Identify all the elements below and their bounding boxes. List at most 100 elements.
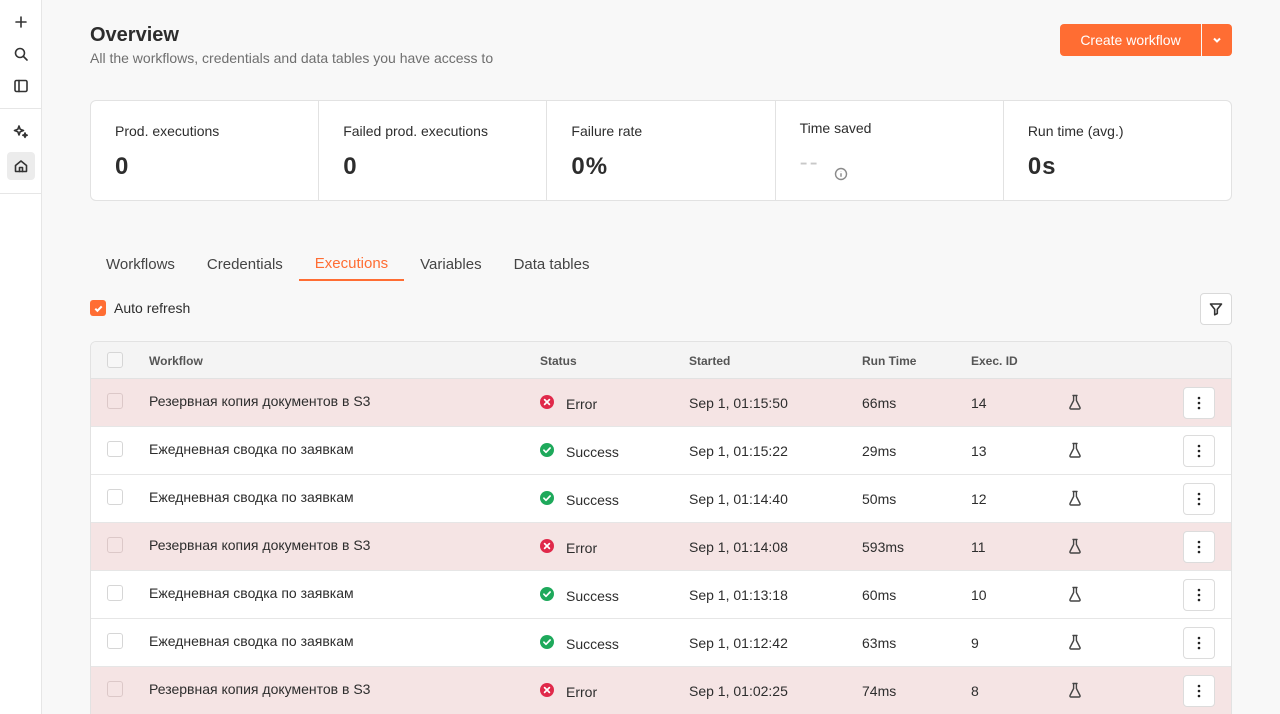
tab-credentials[interactable]: Credentials [191,248,299,281]
table-row[interactable]: Резервная копия документов в S3 Error Se… [91,523,1231,571]
row-actions-button[interactable] [1183,387,1215,419]
row-checkbox[interactable] [107,489,123,505]
stat-label: Failure rate [571,123,643,139]
exec-id: 10 [971,587,987,603]
status-label: Error [566,684,598,700]
status-cell: Success [540,490,619,508]
more-vertical-icon [1197,588,1201,602]
status-label: Success [566,588,619,604]
more-vertical-icon [1197,492,1201,506]
auto-refresh-label: Auto refresh [114,300,191,316]
tab-variables[interactable]: Variables [404,248,497,281]
stat-label: Failed prod. executions [343,123,488,139]
filter-button[interactable] [1200,293,1232,325]
workflow-name[interactable]: Ежедневная сводка по заявкам [149,441,354,457]
success-icon [540,635,554,649]
stat-failed-prod-executions: Failed prod. executions 0 [319,101,548,200]
flask-icon [1068,442,1082,458]
page-subtitle: All the workflows, credentials and data … [90,50,494,66]
create-options-button[interactable] [1202,24,1232,56]
exec-id: 9 [971,635,979,651]
more-vertical-icon [1197,444,1201,458]
workflow-name[interactable]: Резервная копия документов в S3 [149,393,370,409]
row-checkbox[interactable] [107,681,123,697]
info-icon[interactable] [834,167,848,181]
flask-icon [1068,394,1082,410]
status-cell: Error [540,394,597,412]
started-time: Sep 1, 01:14:40 [689,491,788,507]
status-cell: Success [540,586,619,604]
page-title: Overview [90,24,179,46]
auto-refresh-checkbox[interactable] [90,300,106,316]
status-cell: Error [540,682,598,700]
select-all-checkbox[interactable] [107,352,123,368]
success-icon [540,491,554,505]
stat-run-time-avg: Run time (avg.) 0s [1004,101,1231,200]
row-checkbox[interactable] [107,585,123,601]
rail-divider [0,108,41,109]
table-row[interactable]: Ежедневная сводка по заявкам Success Sep… [91,571,1231,619]
workflow-name[interactable]: Ежедневная сводка по заявкам [149,489,354,505]
column-header-workflow[interactable]: Workflow [149,354,203,368]
row-actions-button[interactable] [1183,435,1215,467]
row-actions-button[interactable] [1183,627,1215,659]
home-icon[interactable] [7,152,35,180]
table-row[interactable]: Резервная копия документов в S3 Error Se… [91,379,1231,427]
table-row[interactable]: Ежедневная сводка по заявкам Success Sep… [91,427,1231,475]
workflow-name[interactable]: Ежедневная сводка по заявкам [149,585,354,601]
flask-icon [1068,634,1082,650]
row-actions-button[interactable] [1183,675,1215,707]
run-time: 50ms [862,491,897,507]
rail-divider [0,193,41,194]
row-checkbox[interactable] [107,441,123,457]
row-checkbox[interactable] [107,393,123,409]
success-icon [540,443,554,457]
stat-value: 0 [343,153,358,180]
run-time: 593ms [862,539,905,555]
table-row[interactable]: Резервная копия документов в S3 Error Se… [91,667,1231,714]
more-vertical-icon [1197,396,1201,410]
started-time: Sep 1, 01:13:18 [689,587,788,603]
started-time: Sep 1, 01:15:50 [689,395,788,411]
tab-executions[interactable]: Executions [298,248,405,281]
create-workflow-button[interactable]: Create workflow [1060,24,1201,56]
column-header-exec-id[interactable]: Exec. ID [971,354,1018,368]
sidebar-toggle-icon[interactable] [7,72,35,100]
table-header: Workflow Status Started Run Time Exec. I… [91,342,1231,379]
status-cell: Error [540,538,598,556]
filter-icon [1209,303,1223,316]
row-actions-button[interactable] [1183,483,1215,515]
column-header-status[interactable]: Status [540,354,577,368]
auto-refresh-toggle[interactable]: Auto refresh [90,300,190,316]
status-label: Error [566,540,598,556]
workflow-name[interactable]: Резервная копия документов в S3 [149,537,370,553]
status-label: Success [566,636,619,652]
column-header-run-time[interactable]: Run Time [862,354,916,368]
workflow-name[interactable]: Резервная копия документов в S3 [149,681,370,697]
stat-label: Time saved [799,120,872,136]
tab-workflows[interactable]: Workflows [90,248,191,281]
column-header-started[interactable]: Started [689,354,730,368]
row-checkbox[interactable] [107,537,123,553]
stat-value: 0% [571,153,609,180]
plus-icon[interactable] [7,8,35,36]
row-checkbox[interactable] [107,633,123,649]
stat-value: 0s [1027,153,1057,180]
started-time: Sep 1, 01:02:25 [689,683,788,699]
row-actions-button[interactable] [1183,579,1215,611]
workflow-name[interactable]: Ежедневная сводка по заявкам [149,633,354,649]
stat-value: -- [799,149,820,176]
flask-icon [1068,586,1082,602]
table-row[interactable]: Ежедневная сводка по заявкам Success Sep… [91,619,1231,667]
sparkles-icon[interactable] [7,118,35,146]
table-row[interactable]: Ежедневная сводка по заявкам Success Sep… [91,475,1231,523]
stat-value: 0 [115,153,130,180]
flask-icon [1068,538,1082,554]
exec-id: 12 [971,491,987,507]
exec-id: 11 [971,539,986,555]
tab-data-tables[interactable]: Data tables [498,248,606,281]
search-icon[interactable] [7,40,35,68]
error-icon [540,683,554,697]
run-time: 74ms [862,683,897,699]
row-actions-button[interactable] [1183,531,1215,563]
